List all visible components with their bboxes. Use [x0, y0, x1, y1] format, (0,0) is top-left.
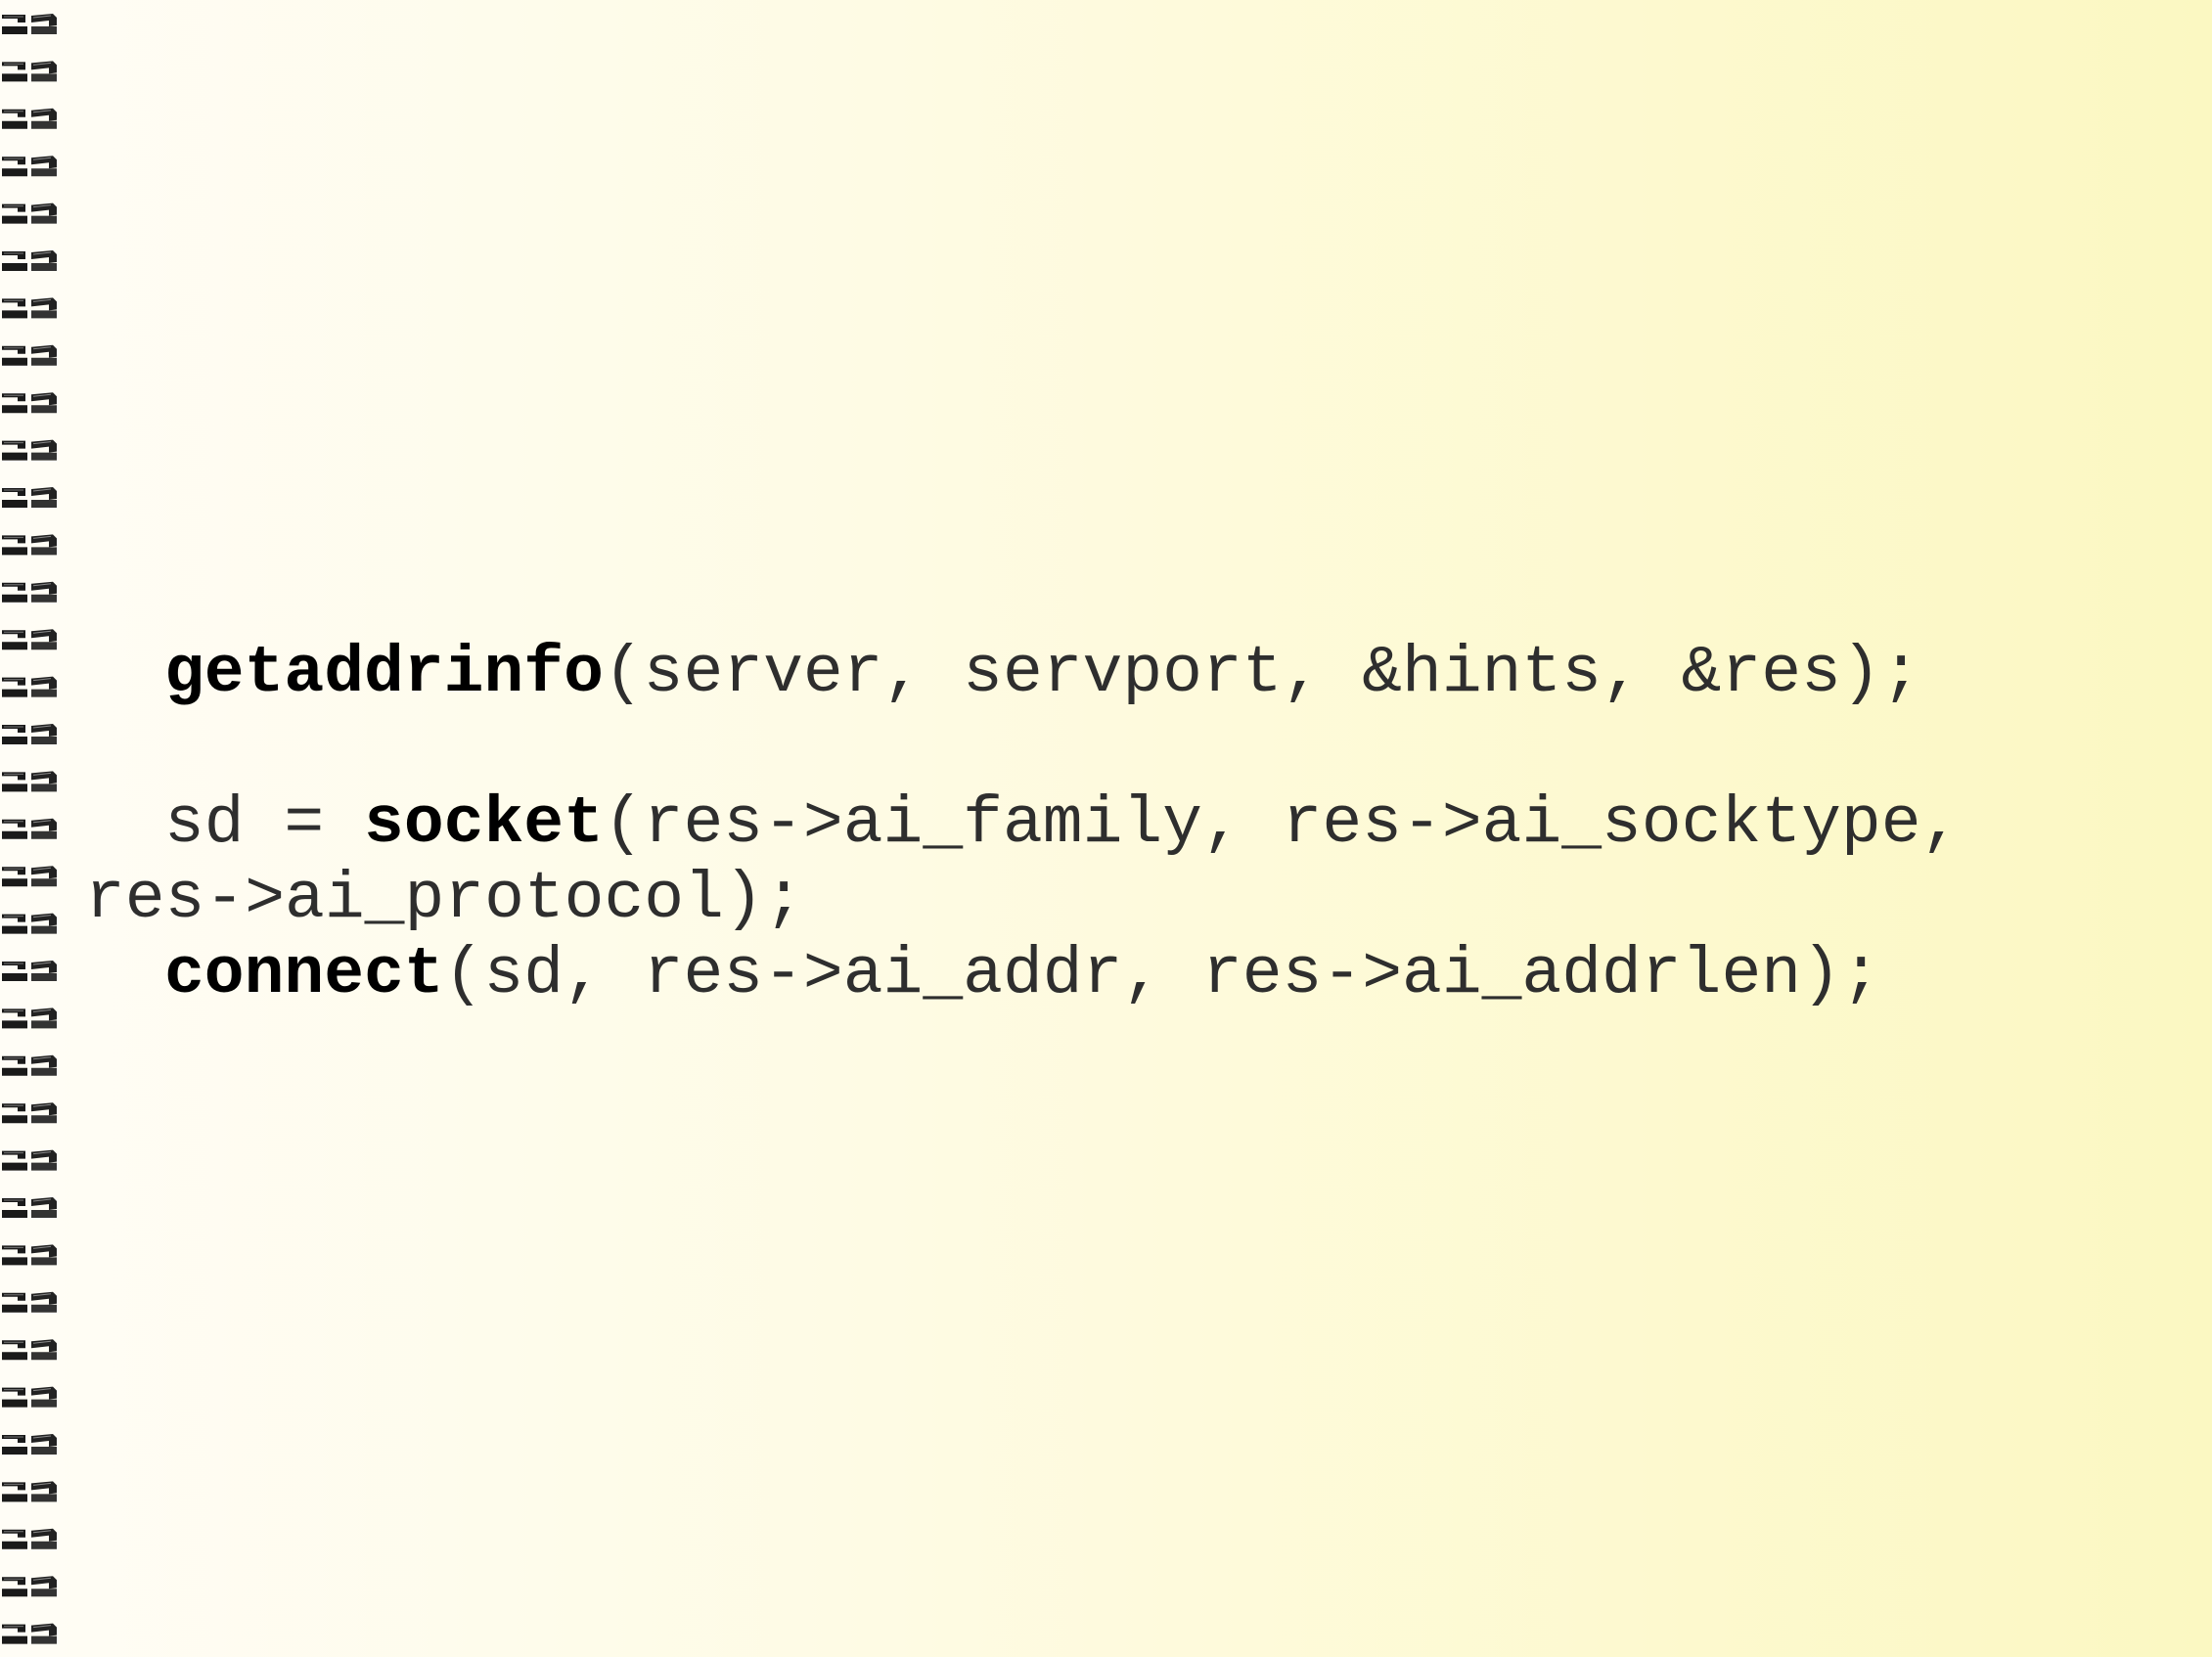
spiral-coil — [1, 1528, 58, 1550]
spiral-coil — [1, 960, 58, 982]
code-line-socket: sd = socket(res->ai_family, res->ai_sock… — [164, 786, 1961, 862]
spiral-coil — [1, 1480, 58, 1502]
assignment-prefix: sd = — [164, 786, 365, 862]
spiral-coil — [1, 1054, 58, 1077]
spiral-coil — [1, 108, 58, 130]
spiral-coil — [1, 1623, 58, 1645]
spiral-coil — [1, 1243, 58, 1266]
spiral-coil — [1, 439, 58, 462]
spiral-coil — [1, 1149, 58, 1172]
spiral-coil — [1, 13, 58, 35]
spiral-coil — [1, 1196, 58, 1219]
spiral-coil — [1, 770, 58, 792]
socket-arguments: (res->ai_family, res->ai_socktype, — [603, 786, 1962, 862]
function-name-connect: connect — [164, 937, 444, 1012]
spiral-coil — [1, 1575, 58, 1597]
code-block: getaddrinfo(server, servport, &hints, &r… — [85, 636, 1961, 1012]
spiral-coil — [1, 533, 58, 556]
spiral-coil — [1, 486, 58, 509]
spiral-coil — [1, 1101, 58, 1124]
spiral-coil — [1, 818, 58, 840]
spiral-coil — [1, 296, 58, 319]
spiral-coil — [1, 865, 58, 887]
getaddrinfo-arguments: (server, servport, &hints, &res); — [603, 636, 1921, 711]
spiral-coil — [1, 202, 58, 225]
spiral-coil — [1, 391, 58, 414]
code-line-getaddrinfo: getaddrinfo(server, servport, &hints, &r… — [164, 636, 1961, 711]
spiral-coil — [1, 1291, 58, 1314]
spiral-coil — [1, 676, 58, 698]
spiral-coil — [1, 913, 58, 935]
spiral-coil — [1, 581, 58, 604]
code-line-connect: connect(sd, res->ai_addr, res->ai_addrle… — [164, 937, 1961, 1012]
function-name-socket: socket — [364, 786, 604, 862]
connect-arguments: (sd, res->ai_addr, res->ai_addrlen); — [443, 937, 1881, 1012]
spiral-coil — [1, 344, 58, 367]
code-line-socket-continuation: res->ai_protocol); — [85, 862, 804, 937]
spiral-coil — [1, 1433, 58, 1455]
spiral-binding-icon — [1, 13, 58, 1645]
spiral-coil — [1, 628, 58, 650]
spiral-coil — [1, 1338, 58, 1361]
spiral-coil — [1, 249, 58, 272]
function-name-getaddrinfo: getaddrinfo — [164, 636, 604, 711]
spiral-coil — [1, 60, 58, 82]
spiral-coil — [1, 1386, 58, 1409]
spiral-coil — [1, 723, 58, 745]
spiral-coil — [1, 155, 58, 177]
spiral-coil — [1, 1007, 58, 1029]
